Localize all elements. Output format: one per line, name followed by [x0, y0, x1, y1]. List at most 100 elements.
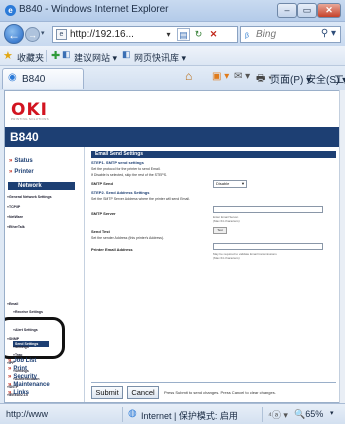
bullet-icon: »: [8, 374, 12, 380]
divider: [262, 407, 263, 422]
nav-email[interactable]: »Email: [7, 302, 18, 306]
favorites-star-icon[interactable]: ★: [3, 49, 13, 62]
tab-b840[interactable]: ◉ B840: [2, 68, 84, 89]
nav-snmp-settings[interactable]: »Settings: [13, 345, 29, 349]
favorite-item-web-slices[interactable]: 网页快讯库 ▾: [134, 51, 186, 64]
nav-general-network-settings[interactable]: »General Network Settings: [7, 195, 52, 199]
tools-menu[interactable]: 工具(O) ▾: [334, 71, 345, 86]
favorite-item-suggested-sites[interactable]: 建议网站 ▾: [74, 51, 117, 64]
maximize-button[interactable]: ▭: [297, 3, 317, 18]
send-test-label: Send Test: [91, 229, 110, 234]
nav-security[interactable]: » Security: [8, 374, 37, 380]
step1-heading: STEP1. SMTP send settings: [91, 160, 144, 165]
history-dropdown-icon[interactable]: ▾: [41, 29, 45, 37]
navigation-bar: ← → ▾ e http://192.16... ▾ ▤ ↻ ✕ ᵦ Bing …: [0, 22, 345, 46]
nav-trap[interactable]: »Trap: [13, 353, 22, 357]
step1-note: If Disable is selected, skip the rest of…: [91, 173, 168, 177]
bullet-icon: »: [9, 169, 13, 175]
refresh-icon[interactable]: ↻: [192, 28, 205, 41]
section-header: Email Send Settings: [91, 151, 336, 158]
sender-description: Set the sender Address (this printer's A…: [91, 236, 165, 240]
nav-printer[interactable]: » Printer: [9, 169, 34, 175]
printer-email-label: Printer Email Address: [91, 247, 133, 252]
test-button[interactable]: Test: [213, 227, 227, 234]
nav-job-list[interactable]: » Job List: [8, 358, 36, 364]
status-bar: http://www ◍ Internet | 保护模式: 启用 ⁴ⓐ ▾ 🔍6…: [0, 403, 345, 424]
bullet-icon: »: [8, 382, 12, 388]
minimize-button[interactable]: –: [277, 3, 297, 18]
bullet-icon: »: [9, 158, 13, 164]
status-url: http://www: [6, 409, 49, 419]
page-content: OKI PRINTING SOLUTIONS B840 » Status » Pri…: [4, 90, 340, 403]
tab-label: B840: [22, 74, 46, 85]
mail-icon[interactable]: ✉ ▾: [234, 71, 250, 82]
nav-ethertalk[interactable]: »EtherTalk: [7, 225, 25, 229]
page-header: OKI PRINTING SOLUTIONS: [5, 91, 339, 125]
add-favorite-icon[interactable]: ✚: [51, 49, 60, 62]
divider: [91, 382, 336, 383]
back-button[interactable]: ←: [4, 24, 24, 44]
page-icon: ◧: [62, 49, 71, 59]
divider: [122, 407, 123, 422]
logo-tagline: PRINTING SOLUTIONS: [11, 117, 49, 121]
bing-logo-icon: ᵦ: [245, 29, 249, 40]
zoom-level[interactable]: 🔍65%: [294, 409, 323, 420]
zoom-dropdown-icon[interactable]: ▾: [330, 409, 334, 417]
divider: [46, 50, 47, 62]
nav-tcpip[interactable]: »TCP/IP: [7, 205, 20, 209]
home-icon[interactable]: ⌂: [185, 69, 192, 83]
step1-description: Set the protocol for the printer to send…: [91, 167, 161, 171]
security-zone[interactable]: Internet | 保护模式: 启用: [141, 409, 238, 422]
left-navigation: » Status » Printer Network »General Networ…: [5, 147, 85, 402]
search-icon[interactable]: ⚲ ▾: [321, 28, 336, 39]
feeds-icon[interactable]: ▣ ▾: [212, 71, 229, 82]
ie-logo-icon: e: [5, 5, 16, 16]
nav-network[interactable]: Network: [8, 182, 75, 190]
printer-email-hint-max: (Max 64 characters): [213, 256, 240, 260]
favorites-bar: ★ 收藏夹 ✚ ◧ 建议网站 ▾ ◧ 网页快讯库 ▾: [0, 46, 345, 66]
page-icon: ◧: [122, 49, 131, 59]
stop-icon[interactable]: ✕: [207, 28, 220, 41]
globe-icon: ◍: [128, 408, 137, 419]
bullet-icon: »: [8, 358, 12, 364]
step2-heading: STEP2. Send Address Settings: [91, 190, 150, 195]
tab-row: ◉ B840 ⌂ ▣ ▾ ✉ ▾ 🖶 ▾ 页面(P) ▾ 安全(S) ▾ 工具(…: [0, 66, 345, 90]
nav-netware[interactable]: »NetWare: [7, 215, 23, 219]
chevron-down-icon: ▼: [241, 181, 245, 186]
page-icon: ◉: [8, 72, 17, 83]
search-input[interactable]: Bing: [256, 29, 276, 40]
cancel-button[interactable]: Cancel: [127, 386, 159, 399]
page-menu[interactable]: 页面(P) ▾: [270, 71, 311, 86]
step2-description: Set the SMTP Server Address where the pr…: [91, 197, 190, 201]
nav-status[interactable]: » Status: [9, 158, 33, 164]
address-bar[interactable]: e http://192.16... ▾ ▤ ↻ ✕: [52, 26, 238, 43]
search-box[interactable]: ᵦ Bing ⚲ ▾: [240, 26, 341, 43]
compatibility-view-icon[interactable]: ▤: [177, 28, 190, 41]
forward-button[interactable]: →: [25, 27, 40, 42]
nav-maintenance[interactable]: » Maintenance: [8, 382, 50, 388]
address-text[interactable]: http://192.16...: [70, 29, 134, 40]
smtp-send-select[interactable]: Disable ▼: [213, 180, 247, 188]
favorites-label[interactable]: 收藏夹: [17, 51, 44, 64]
close-button[interactable]: ✕: [317, 3, 341, 18]
submit-button[interactable]: Submit: [91, 386, 123, 399]
model-name: B840: [10, 130, 39, 144]
status-tools-icon[interactable]: ⁴ⓐ ▾: [268, 408, 288, 421]
model-bar: B840: [5, 127, 339, 147]
section-title: Email Send Settings: [95, 151, 144, 157]
nav-print[interactable]: » Print: [8, 366, 27, 372]
address-dropdown-icon[interactable]: ▾: [162, 28, 175, 41]
nav-snmp[interactable]: »SNMP: [7, 337, 19, 341]
smtp-server-field[interactable]: [213, 206, 323, 213]
smtp-server-label: SMTP Server: [91, 211, 116, 216]
bullet-icon: »: [8, 366, 12, 372]
bullet-icon: »: [8, 390, 12, 396]
smtp-send-label: SMTP Send: [91, 181, 113, 186]
nav-links[interactable]: » Links: [8, 390, 29, 396]
printer-email-field[interactable]: [213, 243, 323, 250]
nav-receive-settings[interactable]: »Receive Settings: [13, 310, 43, 314]
title-bar: e B840 - Windows Internet Explorer – ▭ ✕: [0, 0, 345, 22]
vertical-scrollbar[interactable]: [339, 90, 345, 403]
window-title: B840 - Windows Internet Explorer: [19, 4, 169, 15]
smtp-server-hint-max: (Max 64 characters): [213, 219, 240, 223]
